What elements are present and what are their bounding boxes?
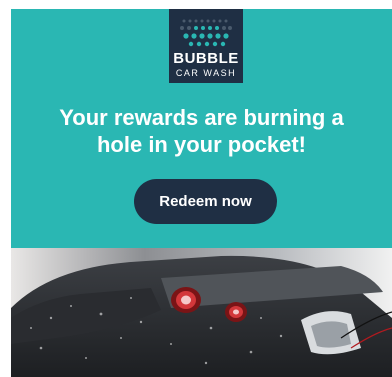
redeem-now-button[interactable]: Redeem now [134,179,277,224]
logo-wordmark: BUBBLE [173,50,239,67]
logo-tagline: CAR WASH [175,68,237,78]
car-wash-photo [11,248,392,377]
headline: Your rewards are burning a hole in your … [11,104,392,158]
brand-logo[interactable]: BUBBLE CAR WASH [169,9,243,83]
bubbles-icon [180,19,232,47]
headline-line-1: Your rewards are burning a [59,105,344,130]
headline-line-2: hole in your pocket! [96,132,307,157]
car-illustration [11,248,392,377]
